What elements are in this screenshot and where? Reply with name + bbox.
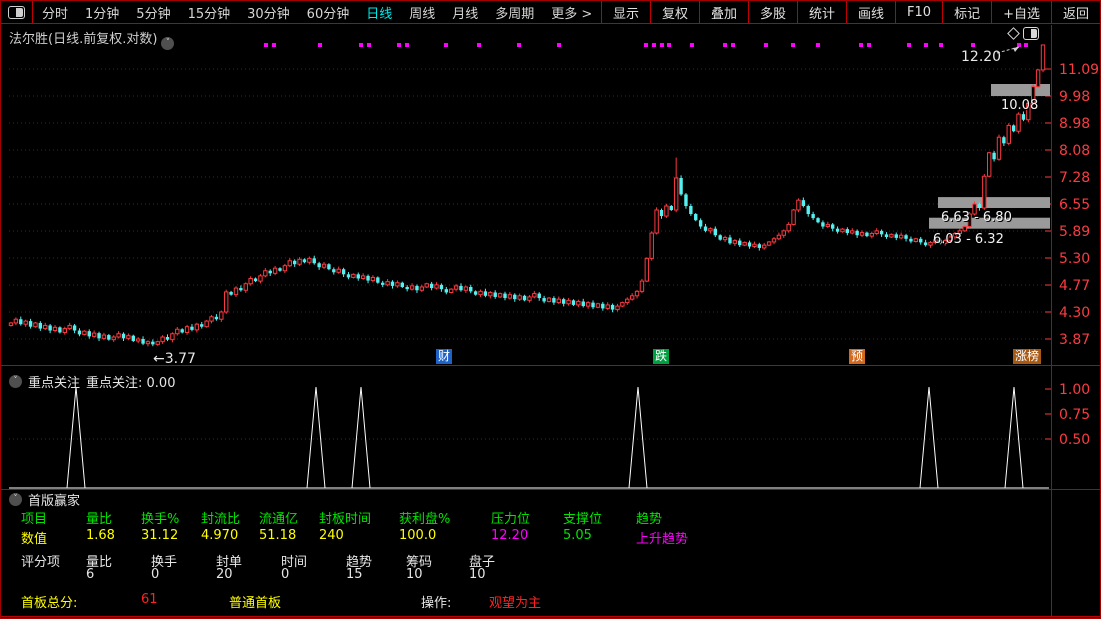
metric-value-封板时间: 240	[319, 528, 344, 543]
score-value-时间: 0	[281, 567, 290, 582]
metric-label-封板时间: 封板时间	[319, 512, 372, 527]
metric-value-项目: 数值	[21, 532, 48, 547]
metric-label-量比: 量比	[86, 512, 113, 527]
metric-label-项目: 项目	[21, 512, 48, 527]
score-value-换手: 0	[151, 567, 160, 582]
metric-label-换手%: 换手%	[141, 512, 180, 527]
metric-value-获利盘%: 100.0	[399, 528, 437, 543]
metric-label-支撑位: 支撑位	[563, 512, 603, 527]
metric-label-封流比: 封流比	[201, 512, 241, 527]
score-panel: 项目数值 量比 1.68 换手% 31.12 封流比 4.970 流通亿 51.18 封板时间 24…	[1, 1, 1100, 618]
action-label: 操作:	[421, 596, 452, 611]
metric-value-封流比: 4.970	[201, 528, 239, 543]
metric-value-流通亿: 51.18	[259, 528, 297, 543]
app-window: 11.09 9.98 8.98 8.08 7.28 6.55 5.89 5.30 4.77 4.3…	[0, 0, 1101, 619]
total-score-value: 61	[141, 592, 158, 607]
score-value-量比: 6	[86, 567, 95, 582]
metric-value-换手%: 31.12	[141, 528, 179, 543]
metric-value-量比: 1.68	[86, 528, 115, 543]
metric-value-趋势: 上升趋势	[636, 532, 689, 547]
score-value-筹码: 10	[406, 567, 423, 582]
metric-label-获利盘%: 获利盘%	[399, 512, 451, 527]
board-grade: 普通首板	[229, 596, 282, 611]
score-label-评分项: 评分项	[21, 555, 61, 570]
action-value: 观望为主	[489, 596, 542, 611]
score-value-封单: 20	[216, 567, 233, 582]
total-score-label: 首板总分:	[21, 596, 78, 611]
metric-value-压力位: 12.20	[491, 528, 529, 543]
metric-label-趋势: 趋势	[636, 512, 663, 527]
metric-label-流通亿: 流通亿	[259, 512, 299, 527]
metric-label-压力位: 压力位	[491, 512, 531, 527]
score-value-盘子: 10	[469, 567, 486, 582]
metric-value-支撑位: 5.05	[563, 528, 592, 543]
score-value-趋势: 15	[346, 567, 363, 582]
